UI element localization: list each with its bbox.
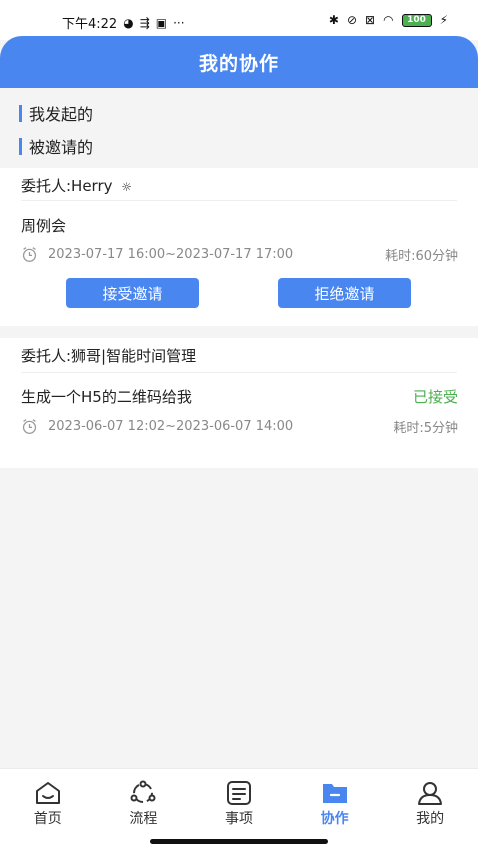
time-row: 2023-07-17 16:00~2023-07-17 17:00 耗时:60分… xyxy=(21,245,458,264)
accept-invite-button[interactable]: 接受邀请 xyxy=(66,278,199,308)
divider xyxy=(21,372,457,373)
delegator-label: 委托人:Herry xyxy=(21,177,113,195)
tab-collaboration[interactable]: 协作 xyxy=(287,769,383,834)
alarm-clock-icon xyxy=(22,247,37,262)
tab-home[interactable]: 首页 xyxy=(0,769,96,834)
time-range: 2023-07-17 16:00~2023-07-17 17:00 xyxy=(48,247,294,262)
tab-label: 首页 xyxy=(33,811,62,827)
usb-icon: ⇶ xyxy=(139,15,150,30)
app-notification-icon: ◕ xyxy=(123,15,134,30)
tab-items[interactable]: 事项 xyxy=(191,769,287,834)
bottom-tab-bar: 首页 流程 事项 协作 我的 xyxy=(0,768,478,834)
section-list: 我发起的 被邀请的 xyxy=(0,88,478,168)
tab-label: 我的 xyxy=(416,811,445,827)
charging-icon: ⚡ xyxy=(439,13,448,27)
message-icon: ▣ xyxy=(155,15,168,30)
section-marker xyxy=(19,137,22,155)
task-title: 生成一个H5的二维码给我 xyxy=(21,388,192,406)
section-initiated-label: 我发起的 xyxy=(29,105,94,124)
page-header: 我的协作 xyxy=(0,36,478,88)
tab-label: 协作 xyxy=(320,811,349,827)
tab-label: 流程 xyxy=(129,811,158,827)
section-invited[interactable]: 被邀请的 xyxy=(19,134,93,158)
duration: 耗时:5分钟 xyxy=(393,421,458,436)
flow-icon xyxy=(130,780,156,803)
status-right: ✱ ⊘ ⊠ ◠ 100 ⚡ xyxy=(329,13,448,27)
wifi-icon: ◠ xyxy=(383,13,394,27)
status-left: 下午4:22 ◕ ⇶ ▣ ··· xyxy=(62,13,185,33)
no-sim-icon: ⊠ xyxy=(365,13,376,27)
list-icon xyxy=(226,781,251,805)
section-marker xyxy=(19,104,22,122)
delegator-row: 委托人:Herry ☼ xyxy=(21,175,132,196)
user-icon xyxy=(418,782,443,805)
mute-icon: ⊘ xyxy=(346,13,358,27)
folder-icon xyxy=(322,784,347,803)
home-indicator[interactable] xyxy=(150,839,328,844)
task-title: 周例会 xyxy=(21,217,67,235)
section-invited-label: 被邀请的 xyxy=(29,138,94,157)
tab-flow[interactable]: 流程 xyxy=(96,769,192,834)
time-row: 2023-06-07 12:02~2023-06-07 14:00 耗时:5分钟 xyxy=(21,417,458,436)
status-badge: 已接受 xyxy=(412,388,458,406)
section-initiated[interactable]: 我发起的 xyxy=(19,101,93,125)
delegator-row: 委托人:狮哥|智能时间管理 xyxy=(21,345,196,366)
status-bar: 下午4:22 ◕ ⇶ ▣ ··· ✱ ⊘ ⊠ ◠ 100 ⚡ xyxy=(0,0,478,40)
more-dots-icon: ··· xyxy=(173,15,185,30)
divider xyxy=(21,200,457,201)
home-icon xyxy=(35,782,60,804)
time-range: 2023-06-07 12:02~2023-06-07 14:00 xyxy=(48,419,294,434)
reject-invite-button[interactable]: 拒绝邀请 xyxy=(278,278,411,308)
invite-card[interactable]: 委托人:狮哥|智能时间管理 生成一个H5的二维码给我 已接受 2023-06-0… xyxy=(0,338,478,468)
bluetooth-icon: ✱ xyxy=(328,13,339,27)
page-title: 我的协作 xyxy=(198,52,279,75)
tab-mine[interactable]: 我的 xyxy=(382,769,478,834)
bug-icon: ☼ xyxy=(121,180,133,194)
delegator-label: 委托人:狮哥|智能时间管理 xyxy=(21,347,197,365)
duration: 耗时:60分钟 xyxy=(385,249,458,264)
tab-label: 事项 xyxy=(224,811,253,827)
battery-icon: 100 xyxy=(401,13,432,27)
invite-card[interactable]: 委托人:Herry ☼ 周例会 2023-07-17 16:00~2023-07… xyxy=(0,168,478,326)
alarm-clock-icon xyxy=(22,419,37,434)
status-time: 下午4:22 xyxy=(62,17,118,32)
